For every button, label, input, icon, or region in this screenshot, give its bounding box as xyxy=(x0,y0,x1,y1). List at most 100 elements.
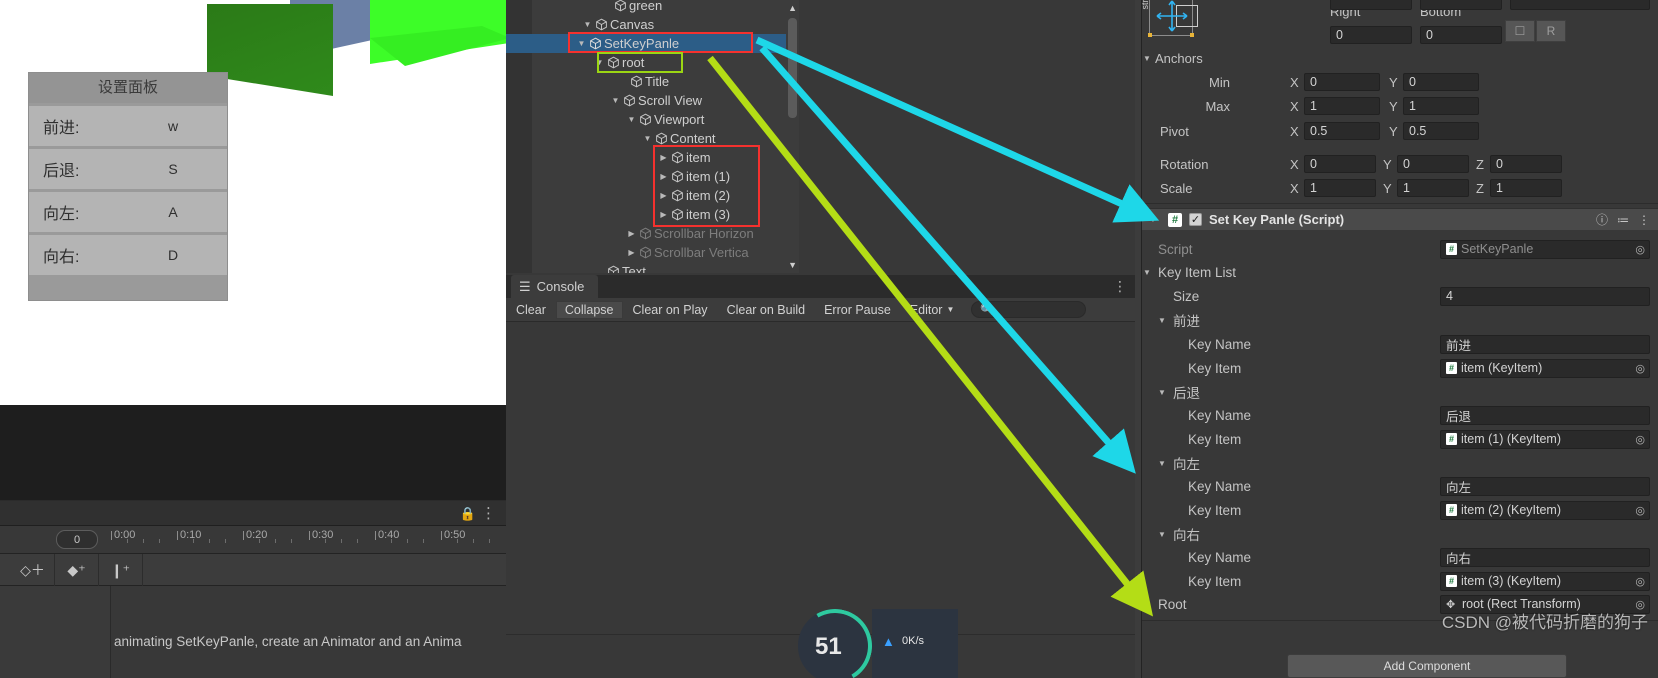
animation-timeline-ruler[interactable]: 0 0:00 0:10 0:20 0:30 0:40 0:50 xyxy=(0,526,506,554)
collapse-button[interactable]: Collapse xyxy=(555,300,623,319)
hierarchy-item-scroll-view[interactable]: ▼ Scroll View xyxy=(506,91,799,110)
scale-x-field[interactable]: 1 xyxy=(1304,179,1376,197)
tab-console[interactable]: ☰ Console xyxy=(511,275,599,298)
bottom-field[interactable]: 0 xyxy=(1420,26,1502,44)
clear-on-build-button[interactable]: Clear on Build xyxy=(718,301,815,319)
expand-triangle-icon[interactable]: ▼ xyxy=(582,20,593,29)
anchor-min-y-field[interactable]: 0 xyxy=(1403,73,1479,91)
hierarchy-item-canvas[interactable]: ▼ Canvas xyxy=(506,15,799,34)
key-item-field[interactable]: # item (3) (KeyItem) ◎ xyxy=(1440,571,1650,591)
expand-triangle-icon[interactable]: ▼ xyxy=(642,134,653,143)
key-item-field[interactable]: # item (1) (KeyItem) ◎ xyxy=(1440,429,1650,449)
expand-triangle-icon[interactable]: ▶ xyxy=(658,210,669,219)
key-name-field[interactable]: 后退 xyxy=(1440,405,1650,425)
expand-triangle-icon[interactable]: ▼ xyxy=(594,58,605,67)
hierarchy-item-item[interactable]: ▶ item xyxy=(506,148,799,167)
expand-triangle-icon[interactable]: ▶ xyxy=(626,229,637,238)
hierarchy-item-root[interactable]: ▼ root xyxy=(506,53,799,72)
record-keyframe-icon[interactable]: ◇＋ xyxy=(11,554,55,586)
scroll-down-arrow-icon[interactable]: ▼ xyxy=(788,260,797,270)
object-picker-icon[interactable]: ◎ xyxy=(1635,362,1645,375)
raw-edit-icon[interactable]: R xyxy=(1536,20,1566,42)
expand-triangle-icon[interactable]: ▼ xyxy=(576,39,587,48)
key-entry-group-2[interactable]: ▼ 向左 xyxy=(1135,451,1658,475)
scale-z-field[interactable]: 1 xyxy=(1490,179,1562,197)
kebab-menu-icon[interactable]: ⋮ xyxy=(1638,213,1650,227)
key-entry-expand-triangle-icon[interactable]: ▼ xyxy=(1158,530,1170,539)
key-entry-group-1[interactable]: ▼ 后退 xyxy=(1135,380,1658,404)
expand-triangle-icon[interactable]: ▶ xyxy=(658,191,669,200)
anchor-max-x-field[interactable]: 1 xyxy=(1304,97,1380,115)
rotation-z-field[interactable]: 0 xyxy=(1490,155,1562,173)
hierarchy-item-title[interactable]: Title xyxy=(506,72,799,91)
size-field[interactable]: 4 xyxy=(1440,286,1650,306)
hierarchy-item-content[interactable]: ▼ Content xyxy=(506,129,799,148)
right-field[interactable]: 0 xyxy=(1330,26,1412,44)
key-item-list-row[interactable]: ▼ Key Item List xyxy=(1135,260,1658,284)
timeline-ruler[interactable]: 0:00 0:10 0:20 0:30 0:40 0:50 xyxy=(111,526,506,554)
rotation-x-field[interactable]: 0 xyxy=(1304,155,1376,173)
expand-triangle-icon[interactable]: ▶ xyxy=(626,248,637,257)
rotation-y-field[interactable]: 0 xyxy=(1397,155,1469,173)
key-item-field[interactable]: # item (KeyItem) ◎ xyxy=(1440,358,1650,378)
help-icon[interactable]: ⓘ xyxy=(1596,211,1608,228)
console-search-input[interactable]: 🔍 xyxy=(971,301,1087,318)
top-field-partial[interactable] xyxy=(1420,0,1502,10)
kebab-menu-icon[interactable]: ⋮ xyxy=(1113,278,1127,295)
object-picker-icon[interactable]: ◎ xyxy=(1635,575,1645,588)
anchors-expand-triangle-icon[interactable]: ▼ xyxy=(1143,54,1155,63)
key-name-field[interactable]: 前进 xyxy=(1440,334,1650,354)
hierarchy-item-item-1[interactable]: ▶ item (1) xyxy=(506,167,799,186)
network-speed-widget[interactable]: ▲ 0K/s 51 xyxy=(789,600,958,678)
anchor-min-x-field[interactable]: 0 xyxy=(1304,73,1380,91)
add-event-icon[interactable]: ❙⁺ xyxy=(99,554,143,586)
expand-triangle-icon[interactable]: ▼ xyxy=(626,115,637,124)
current-frame-field[interactable]: 0 xyxy=(56,530,98,549)
left-field-partial[interactable] xyxy=(1330,0,1412,10)
clear-button[interactable]: Clear xyxy=(507,301,555,319)
component-header-set-key-panle[interactable]: ▼ # ✓ Set Key Panle (Script) ⓘ ≔ ⋮ xyxy=(1142,208,1658,230)
add-component-button[interactable]: Add Component xyxy=(1287,654,1567,678)
posz-field-partial[interactable] xyxy=(1510,0,1650,10)
key-entry-expand-triangle-icon[interactable]: ▼ xyxy=(1158,316,1170,325)
error-pause-button[interactable]: Error Pause xyxy=(815,301,900,319)
animation-curve-area[interactable]: animating SetKeyPanle, create an Animato… xyxy=(0,586,506,678)
pivot-x-field[interactable]: 0.5 xyxy=(1304,122,1380,140)
hierarchy-item-viewport[interactable]: ▼ Viewport xyxy=(506,110,799,129)
hierarchy-scrollbar-thumb[interactable] xyxy=(788,18,797,118)
game-view[interactable]: 设置面板 前进: w 后退: S 向左: A 向右: D xyxy=(0,0,506,405)
object-picker-icon[interactable]: ◎ xyxy=(1635,243,1645,256)
object-picker-icon[interactable]: ◎ xyxy=(1635,433,1645,446)
object-picker-icon[interactable]: ◎ xyxy=(1635,504,1645,517)
blueprint-mode-icon[interactable]: ☐ xyxy=(1505,20,1535,42)
anchor-max-y-field[interactable]: 1 xyxy=(1403,97,1479,115)
key-entry-group-3[interactable]: ▼ 向右 xyxy=(1135,522,1658,546)
key-name-field[interactable]: 向右 xyxy=(1440,547,1650,567)
scroll-up-arrow-icon[interactable]: ▲ xyxy=(788,3,797,13)
expand-triangle-icon[interactable]: ▶ xyxy=(658,172,669,181)
anchor-preset-widget[interactable]: stret xyxy=(1135,0,1198,48)
hierarchy-item-scrollbar-vertical[interactable]: ▶ Scrollbar Vertica xyxy=(506,243,799,262)
hierarchy-item-item-2[interactable]: ▶ item (2) xyxy=(506,186,799,205)
kebab-menu-icon[interactable]: ⋮ xyxy=(481,504,496,522)
scale-y-field[interactable]: 1 xyxy=(1397,179,1469,197)
key-binding-row[interactable]: 向左: A xyxy=(29,192,227,232)
key-item-list-expand-triangle-icon[interactable]: ▼ xyxy=(1143,268,1155,277)
key-binding-row[interactable]: 后退: S xyxy=(29,149,227,189)
expand-triangle-icon[interactable]: ▶ xyxy=(658,153,669,162)
key-entry-group-0[interactable]: ▼ 前进 xyxy=(1135,308,1658,332)
hierarchy-item-text[interactable]: Text xyxy=(506,262,799,273)
expand-triangle-icon[interactable]: ▼ xyxy=(610,96,621,105)
hierarchy-item-scrollbar-horizontal[interactable]: ▶ Scrollbar Horizon xyxy=(506,224,799,243)
editor-dropdown[interactable]: Editor ▼ xyxy=(901,301,964,319)
script-field[interactable]: # SetKeyPanle ◎ xyxy=(1440,239,1650,259)
preset-icon[interactable]: ≔ xyxy=(1617,213,1629,227)
hierarchy-item-item-3[interactable]: ▶ item (3) xyxy=(506,205,799,224)
console-log-list[interactable] xyxy=(506,322,1135,634)
key-name-field[interactable]: 向左 xyxy=(1440,476,1650,496)
component-enabled-checkbox[interactable]: ✓ xyxy=(1189,213,1202,226)
add-keyframe-icon[interactable]: ◆⁺ xyxy=(55,554,99,586)
key-binding-row[interactable]: 前进: w xyxy=(29,106,227,146)
key-entry-expand-triangle-icon[interactable]: ▼ xyxy=(1158,388,1170,397)
hierarchy-item-setkeypanle[interactable]: ▼ SetKeyPanle xyxy=(506,34,799,53)
